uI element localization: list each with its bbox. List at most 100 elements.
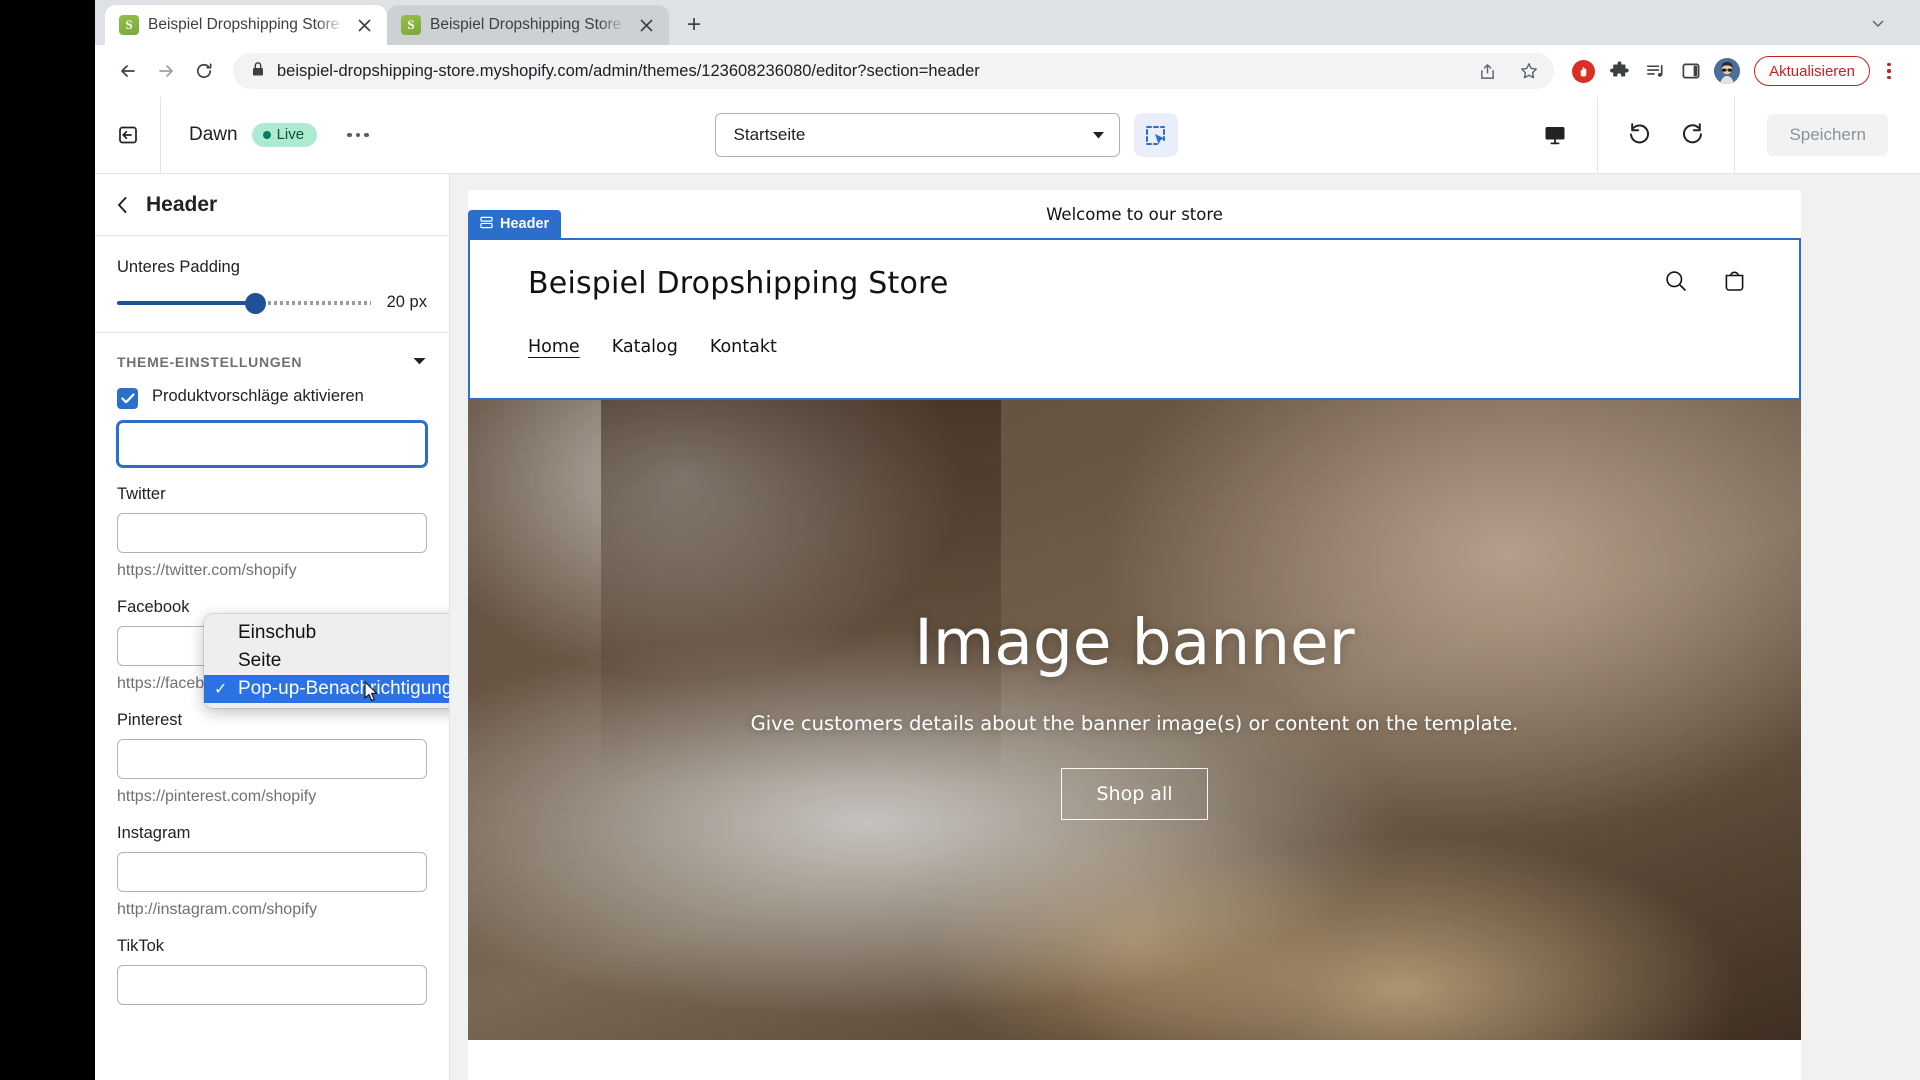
history-controls <box>1598 97 1736 173</box>
exit-editor-icon[interactable] <box>95 97 161 173</box>
side-panel-icon[interactable] <box>1674 54 1708 88</box>
image-banner-section[interactable]: Image banner Give customers details abou… <box>468 400 1801 1040</box>
browser-tab-1[interactable]: Beispiel Dropshipping Store · D <box>105 5 387 45</box>
suggestion-style-select[interactable] <box>117 421 427 467</box>
tiktok-label: TikTok <box>117 937 165 955</box>
sidebar-header: Header <box>95 174 449 236</box>
theme-settings-header[interactable]: THEME-EINSTELLUNGEN <box>95 333 449 387</box>
save-button-wrap: Speichern <box>1735 114 1920 156</box>
checkmark-icon[interactable] <box>117 388 138 409</box>
search-icon[interactable] <box>1664 269 1688 298</box>
store-header-icons <box>1664 268 1747 299</box>
browser-toolbar: beispiel-dropshipping-store.myshopify.co… <box>95 45 1920 97</box>
header-section-wrap: Header Beispiel Dropshipping Store Home … <box>468 210 1801 400</box>
address-bar-url: beispiel-dropshipping-store.myshopify.co… <box>277 61 980 80</box>
adblock-icon[interactable] <box>1566 54 1600 88</box>
browser-tab-2-title: Beispiel Dropshipping Store · E <box>430 16 626 33</box>
extensions-puzzle-icon[interactable] <box>1602 54 1636 88</box>
slider-track-filled <box>117 300 257 305</box>
editor-body: Header Unteres Padding 20 px THEME-EINST… <box>95 174 1920 1080</box>
browser-tab-2[interactable]: Beispiel Dropshipping Store · E <box>387 5 669 45</box>
chevron-left-icon[interactable] <box>115 195 130 215</box>
page-selector[interactable]: Startseite <box>714 113 1120 157</box>
desktop-preview-icon[interactable] <box>1513 97 1599 173</box>
section-grid-icon <box>480 216 493 233</box>
section-inspector-icon[interactable] <box>1133 113 1178 157</box>
banner-heading: Image banner <box>914 606 1355 679</box>
chevron-down-icon <box>1092 125 1105 145</box>
checkmark-icon: ✓ <box>214 681 228 698</box>
dropdown-option-einschub[interactable]: Einschub <box>204 619 449 647</box>
browser-tab-1-title: Beispiel Dropshipping Store · D <box>148 16 344 33</box>
back-icon[interactable] <box>111 54 145 88</box>
nav-item-kontakt[interactable]: Kontakt <box>710 337 777 357</box>
instagram-input[interactable] <box>117 852 427 892</box>
suggestion-style-dropdown[interactable]: Einschub Seite ✓ Pop-up-Benachrichtigung <box>204 614 449 708</box>
redo-icon[interactable] <box>1679 120 1704 150</box>
product-suggestions-checkbox-row[interactable]: Produktvorschläge aktivieren <box>95 387 449 421</box>
padding-setting-label: Unteres Padding <box>117 258 240 276</box>
update-button[interactable]: Aktualisieren <box>1754 56 1870 86</box>
pinterest-help: https://pinterest.com/shopify <box>117 788 317 805</box>
social-field-tiktok: TikTok <box>95 937 449 1023</box>
padding-slider[interactable] <box>117 292 371 314</box>
dropdown-option-label: Seite <box>238 650 282 671</box>
desktop-background: Beispiel Dropshipping Store · D Beispiel… <box>0 0 1920 1080</box>
pinterest-input[interactable] <box>117 739 427 779</box>
section-label-text: Header <box>500 216 550 232</box>
padding-setting: Unteres Padding 20 px <box>95 236 449 333</box>
store-title: Beispiel Dropshipping Store <box>528 266 949 301</box>
editor-center-controls: Startseite <box>379 113 1514 157</box>
section-label-header[interactable]: Header <box>468 210 562 238</box>
instagram-help: http://instagram.com/shopify <box>117 901 318 918</box>
padding-slider-value: 20 px <box>386 293 427 311</box>
tiktok-input[interactable] <box>117 965 427 1005</box>
shopify-theme-editor: Dawn Live Startseite Speichern Header Un… <box>95 97 1920 1080</box>
more-actions-icon[interactable] <box>337 123 379 148</box>
mouse-pointer <box>364 681 378 702</box>
editor-topbar: Dawn Live Startseite Speichern <box>95 97 1920 174</box>
social-field-pinterest: Pinterest https://pinterest.com/shopify <box>95 711 449 824</box>
close-icon[interactable] <box>635 14 657 36</box>
lock-icon <box>251 61 265 82</box>
reload-icon[interactable] <box>187 54 221 88</box>
editor-right-controls: Speichern <box>1513 97 1920 173</box>
shopping-bag-icon[interactable] <box>1722 268 1747 299</box>
reading-list-icon[interactable] <box>1638 54 1672 88</box>
address-bar[interactable]: beispiel-dropshipping-store.myshopify.co… <box>233 53 1555 89</box>
chevron-down-icon[interactable] <box>1858 3 1898 43</box>
nav-item-home[interactable]: Home <box>528 337 580 357</box>
browser-window: Beispiel Dropshipping Store · D Beispiel… <box>95 0 1920 1080</box>
slider-thumb[interactable] <box>245 292 267 314</box>
twitter-input[interactable] <box>117 513 427 553</box>
store-preview-frame: Welcome to our store Header Beispiel Dro… <box>468 190 1801 1080</box>
page-title: Header <box>146 192 218 216</box>
shopify-icon <box>119 15 139 35</box>
new-tab-button[interactable]: + <box>677 8 711 42</box>
chevron-down-icon[interactable] <box>412 353 427 371</box>
slider-track-remaining <box>256 300 371 305</box>
twitter-label: Twitter <box>117 485 166 503</box>
status-badge-label: Live <box>276 126 305 143</box>
star-icon[interactable] <box>1514 56 1544 86</box>
dropdown-option-seite[interactable]: Seite <box>204 647 449 675</box>
announcement-bar[interactable]: Welcome to our store <box>468 190 1801 238</box>
profile-avatar[interactable] <box>1710 54 1744 88</box>
forward-icon[interactable] <box>149 54 183 88</box>
shop-all-button[interactable]: Shop all <box>1061 768 1208 821</box>
three-dot-menu-icon[interactable] <box>1874 54 1904 88</box>
social-field-twitter: Twitter https://twitter.com/shopify <box>95 485 449 598</box>
theme-info: Dawn Live <box>161 123 379 148</box>
nav-item-katalog[interactable]: Katalog <box>612 337 678 357</box>
settings-sidebar: Header Unteres Padding 20 px THEME-EINST… <box>95 174 450 1080</box>
undo-icon[interactable] <box>1628 120 1653 150</box>
theme-name: Dawn <box>189 124 238 145</box>
close-icon[interactable] <box>353 14 375 36</box>
shopify-icon <box>401 15 421 35</box>
save-button[interactable]: Speichern <box>1767 114 1888 156</box>
store-header[interactable]: Beispiel Dropshipping Store Home Katalog… <box>468 238 1801 400</box>
dropdown-option-label: Einschub <box>238 622 317 643</box>
dropdown-option-popup-benachrichtigung[interactable]: ✓ Pop-up-Benachrichtigung <box>204 675 449 703</box>
instagram-label: Instagram <box>117 824 191 842</box>
share-icon[interactable] <box>1472 56 1502 86</box>
